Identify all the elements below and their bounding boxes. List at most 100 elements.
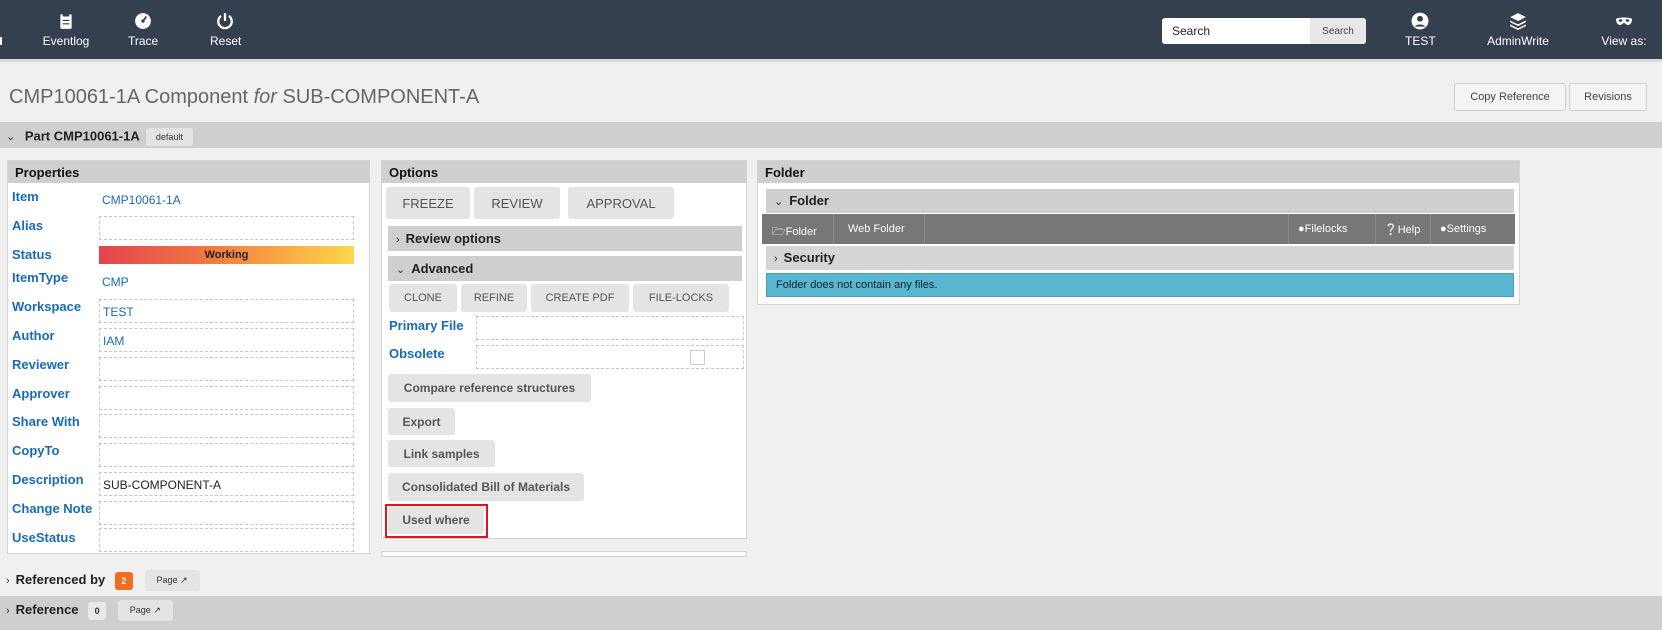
- prop-value-copyto[interactable]: [99, 443, 354, 467]
- freeze-button[interactable]: FREEZE: [386, 187, 470, 219]
- prop-label-change-note: Change Note: [12, 501, 93, 516]
- export-button[interactable]: Export: [388, 408, 455, 435]
- chevron-down-icon: ⌄: [6, 131, 16, 144]
- create-pdf-button[interactable]: CREATE PDF: [531, 284, 629, 312]
- link-samples-button[interactable]: Link samples: [388, 440, 495, 467]
- nav-reset-label: Reset: [210, 34, 242, 48]
- prop-value-description[interactable]: SUB-COMPONENT-A: [99, 472, 354, 496]
- filelocks-button[interactable]: ●Filelocks: [1298, 223, 1347, 235]
- referenced-by-row[interactable]: › Referenced by 2 Page ↗: [6, 570, 200, 591]
- prop-value-item[interactable]: CMP10061-1A: [99, 188, 354, 212]
- toolbar-divider: [924, 214, 925, 244]
- obsolete-field: [476, 345, 744, 369]
- referenced-by-page-button[interactable]: Page ↗: [144, 570, 200, 591]
- prop-value-share-with[interactable]: [99, 414, 354, 438]
- security-label: Security: [783, 250, 835, 265]
- page-title: CMP10061-1A Component for SUB-COMPONENT-…: [9, 86, 479, 109]
- prop-label-share-with: Share With: [12, 414, 80, 429]
- options-panel-footer: [381, 551, 747, 557]
- nav-reset[interactable]: Reset: [210, 12, 242, 48]
- nav-role-label: AdminWrite: [1487, 34, 1549, 48]
- nav-view-as[interactable]: View as:: [1601, 12, 1647, 48]
- prop-value-alias[interactable]: [99, 216, 354, 240]
- folder-tab-label: Folder: [785, 226, 817, 238]
- prop-label-reviewer: Reviewer: [12, 357, 70, 372]
- prop-label-itemtype: ItemType: [12, 270, 69, 285]
- part-label: Part CMP10061-1A: [24, 128, 140, 144]
- folder-subsection-header[interactable]: ⌄ Folder: [766, 189, 1514, 213]
- folder-open-icon: 🗁: [772, 226, 786, 238]
- nav-user[interactable]: TEST: [1405, 12, 1436, 48]
- review-options-section[interactable]: › Review options: [388, 226, 742, 251]
- obsolete-label: Obsolete: [389, 346, 445, 361]
- chevron-right-icon: ›: [396, 234, 400, 246]
- security-section[interactable]: › Security: [766, 246, 1514, 270]
- part-header[interactable]: ⌄ Part CMP10061-1A default: [6, 128, 193, 146]
- web-folder-tab[interactable]: Web Folder: [848, 223, 905, 235]
- settings-button[interactable]: ●Settings: [1440, 223, 1486, 235]
- page-label: Page: [156, 575, 178, 585]
- page-title-parent: SUB-COMPONENT-A: [276, 86, 480, 108]
- speedometer-icon: [128, 12, 158, 34]
- prop-label-copyto: CopyTo: [12, 443, 60, 458]
- prop-value-author[interactable]: IAM: [99, 328, 354, 352]
- toolbar-divider: [1375, 214, 1376, 244]
- help-label: Help: [1397, 224, 1421, 236]
- options-title: Options: [382, 161, 746, 183]
- page-label: Page: [129, 605, 151, 615]
- obsolete-checkbox[interactable]: [690, 350, 705, 365]
- nav-role[interactable]: AdminWrite: [1484, 12, 1552, 48]
- toolbar-divider: [1288, 214, 1289, 244]
- reference-label: Reference: [15, 601, 79, 617]
- settings-label: Settings: [1446, 223, 1487, 235]
- chevron-right-icon: ›: [6, 574, 10, 587]
- copy-reference-button[interactable]: Copy Reference: [1454, 83, 1566, 111]
- primary-file-field[interactable]: [476, 316, 744, 340]
- search-input[interactable]: [1162, 18, 1310, 44]
- compare-reference-structures-button[interactable]: Compare reference structures: [388, 374, 591, 402]
- used-where-highlight: [385, 504, 488, 538]
- prop-label-description: Description: [12, 472, 84, 487]
- revisions-button[interactable]: Revisions: [1569, 83, 1647, 111]
- prop-label-workspace: Workspace: [12, 299, 82, 314]
- reference-row[interactable]: › Reference 0 Page ↗: [6, 600, 173, 621]
- clone-button[interactable]: CLONE: [389, 284, 457, 312]
- approval-button[interactable]: APPROVAL: [568, 187, 674, 219]
- prop-value-approver[interactable]: [99, 386, 354, 410]
- prop-value-itemtype[interactable]: CMP: [99, 270, 354, 294]
- file-locks-button[interactable]: FILE-LOCKS: [633, 284, 729, 312]
- search-box: Search: [1162, 18, 1366, 44]
- prop-label-alias: Alias: [12, 218, 44, 233]
- user-icon: [1405, 12, 1435, 34]
- folder-subhead-label: Folder: [789, 193, 829, 208]
- mask-icon: [1601, 12, 1647, 34]
- properties-panel: Properties Item CMP10061-1A Alias Status…: [7, 160, 370, 554]
- review-button[interactable]: REVIEW: [474, 187, 560, 219]
- nav-user-label: TEST: [1405, 34, 1436, 48]
- prop-value-usestatus[interactable]: [99, 528, 354, 552]
- nav-view-as-label: View as:: [1601, 34, 1647, 48]
- filelocks-label: Filelocks: [1304, 223, 1348, 235]
- top-navbar: Eventlog Trace Reset Search TEST AdminWr…: [0, 0, 1662, 62]
- clipboard-icon: [42, 12, 90, 34]
- prop-label-approver: Approver: [12, 386, 70, 401]
- prop-value-workspace[interactable]: TEST: [99, 299, 354, 323]
- toolbar-divider: [833, 214, 834, 244]
- advanced-label: Advanced: [411, 261, 474, 276]
- refine-button[interactable]: REFINE: [461, 284, 527, 312]
- help-button[interactable]: ❔Help: [1384, 223, 1420, 236]
- prop-value-reviewer[interactable]: [99, 357, 354, 381]
- advanced-section[interactable]: ⌄ Advanced: [388, 256, 742, 281]
- folder-tab[interactable]: 🗁Folder: [772, 223, 817, 242]
- prop-label-usestatus: UseStatus: [12, 530, 76, 545]
- reference-page-button[interactable]: Page ↗: [117, 600, 173, 621]
- prop-label-item: Item: [12, 189, 39, 204]
- chevron-down-icon: ⌄: [774, 196, 784, 208]
- search-button[interactable]: Search: [1310, 18, 1366, 44]
- prop-value-change-note[interactable]: [99, 501, 354, 525]
- nav-trace[interactable]: Trace: [128, 12, 158, 48]
- nav-eventlog[interactable]: Eventlog: [42, 12, 90, 48]
- chevron-right-icon: ›: [774, 253, 778, 265]
- reference-count-badge: 0: [88, 601, 107, 620]
- consolidated-bom-button[interactable]: Consolidated Bill of Materials: [388, 473, 584, 501]
